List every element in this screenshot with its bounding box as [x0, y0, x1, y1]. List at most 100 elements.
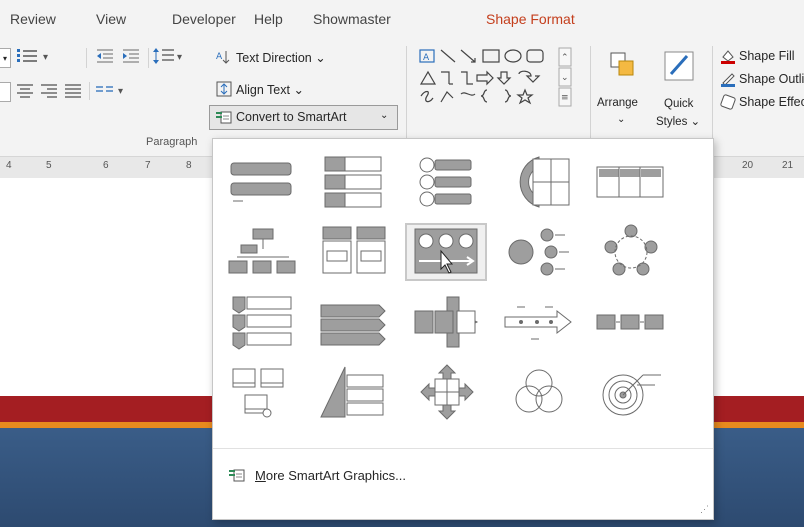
convert-to-smartart-button[interactable]: Convert to SmartArt ⌄	[209, 105, 398, 130]
justify-icon	[65, 84, 81, 98]
arrange-label: Arrange	[597, 97, 638, 109]
arrange-chevron-icon: ⌄	[617, 114, 626, 125]
tab-review[interactable]: Review	[10, 11, 56, 27]
ruler-tick: 21	[782, 160, 794, 171]
basic-block-list-icon	[230, 162, 292, 202]
increase-indent-button[interactable]	[120, 46, 142, 66]
bullets-icon: ▾	[17, 49, 48, 63]
smartart-layout-option[interactable]	[221, 363, 303, 421]
separator	[590, 46, 591, 150]
smartart-layout-option[interactable]	[497, 363, 579, 421]
arrange-button[interactable]: Arrange	[597, 97, 638, 109]
svg-text:A: A	[216, 52, 223, 62]
more-smartart-graphics-label: More SmartArt Graphics...	[255, 467, 406, 483]
smartart-layout-option[interactable]	[405, 293, 487, 351]
align-text-button[interactable]: Align Text ⌄	[236, 82, 304, 97]
smartart-layout-option[interactable]	[497, 153, 579, 211]
svg-text:≡: ≡	[561, 93, 569, 103]
ruler-tick: 4	[6, 160, 12, 171]
smartart-layout-option[interactable]	[313, 223, 395, 281]
chevron-down-icon: ⌄	[380, 110, 389, 121]
convert-to-smartart-label: Convert to SmartArt	[236, 110, 347, 124]
smartart-layout-option[interactable]	[497, 223, 579, 281]
smartart-layout-option[interactable]	[405, 223, 487, 281]
pyramid-list-icon	[320, 366, 384, 418]
line-spacing-icon: ▾	[153, 48, 182, 64]
svg-text:A: A	[423, 53, 430, 63]
shape-effects-button[interactable]: Shape Effects	[739, 95, 804, 109]
picture-caption-list-icon	[232, 368, 284, 418]
half-circle-list-icon	[519, 156, 570, 208]
tab-shape-format[interactable]: Shape Format	[486, 11, 575, 27]
quick-styles-button-2[interactable]: Styles ⌄	[656, 114, 700, 128]
smartart-layout-option[interactable]	[589, 293, 671, 351]
bullets-button[interactable]: ▾	[15, 46, 55, 66]
shape-fill-icon	[720, 48, 736, 64]
more-smartart-graphics-item[interactable]: More SmartArt Graphics...	[227, 464, 406, 486]
shape-fill-button[interactable]: Shape Fill	[739, 49, 795, 63]
cycle-icon	[604, 224, 658, 276]
align-right-button[interactable]	[39, 82, 59, 100]
smartart-layout-option[interactable]	[589, 363, 671, 421]
smartart-layout-option[interactable]	[221, 153, 303, 211]
ruler-tick: 5	[46, 160, 52, 171]
align-text-label: Align Text	[236, 83, 290, 97]
align-center-button[interactable]	[15, 82, 35, 100]
quick-styles-button[interactable]: Quick	[664, 98, 693, 110]
text-direction-label: Text Direction	[236, 51, 312, 65]
justify-button[interactable]	[63, 82, 83, 100]
radial-list-icon	[508, 228, 569, 276]
vertical-circle-list-icon	[419, 157, 472, 207]
svg-text:▾: ▾	[118, 86, 123, 97]
quick-styles-icon	[661, 48, 697, 84]
text-direction-icon: A	[215, 48, 233, 66]
paragraph-group-label: Paragraph	[146, 136, 198, 148]
picture-accent-process-icon	[414, 228, 478, 274]
horizontal-bullet-list-icon	[596, 166, 664, 198]
align-left-partial[interactable]	[0, 82, 11, 102]
align-right-icon	[41, 84, 57, 98]
tab-help[interactable]: Help	[254, 11, 283, 27]
shape-effects-icon	[720, 94, 736, 110]
ruler-tick: 6	[103, 160, 109, 171]
smartart-layout-option[interactable]	[589, 223, 671, 281]
smartart-layout-option[interactable]	[405, 153, 487, 211]
ribbon-tabs: Review View Developer Help Showmaster Sh…	[0, 0, 804, 40]
align-text-icon	[215, 80, 233, 98]
separator	[148, 48, 149, 68]
smartart-layout-option[interactable]	[221, 223, 303, 281]
smartart-layout-option[interactable]	[313, 363, 395, 421]
columns-button[interactable]: ▾	[94, 82, 130, 100]
ruler-tick: 7	[145, 160, 151, 171]
shapes-gallery[interactable]: A ⌃ ⌄ ≡	[415, 46, 575, 108]
arrange-icon	[608, 48, 638, 80]
vertical-chevron-list-icon	[232, 296, 292, 350]
shape-outline-button[interactable]: Shape Outline	[739, 72, 804, 86]
quick-styles-label-2: Styles	[656, 116, 688, 128]
smartart-layout-option[interactable]	[221, 293, 303, 351]
smartart-icon	[229, 469, 245, 482]
separator	[86, 48, 87, 68]
tab-showmaster[interactable]: Showmaster	[313, 11, 391, 27]
svg-text:▾: ▾	[43, 52, 48, 63]
resize-grip-icon[interactable]: ⋰	[700, 504, 709, 515]
decrease-indent-button[interactable]	[94, 46, 116, 66]
tab-view[interactable]: View	[96, 11, 126, 27]
smartart-icon	[214, 109, 232, 125]
smartart-layout-option[interactable]	[589, 153, 671, 211]
smartart-layout-option[interactable]	[405, 363, 487, 421]
table-list-icon	[322, 226, 386, 274]
venn-diagram-icon	[515, 369, 563, 413]
smartart-layout-option[interactable]	[313, 153, 395, 211]
line-spacing-button[interactable]: ▾	[152, 46, 188, 66]
smartart-layout-option[interactable]	[497, 293, 579, 351]
numbering-dropdown[interactable]: ▾	[0, 48, 11, 68]
smartart-layout-option[interactable]	[313, 293, 395, 351]
align-center-icon	[17, 84, 33, 98]
text-direction-button[interactable]: Text Direction ⌄	[236, 50, 326, 65]
columns-icon: ▾	[96, 86, 123, 97]
tab-developer[interactable]: Developer	[172, 11, 236, 27]
ruler-tick: 8	[186, 160, 192, 171]
process-arrow-icon	[414, 296, 479, 348]
separator	[712, 46, 713, 150]
